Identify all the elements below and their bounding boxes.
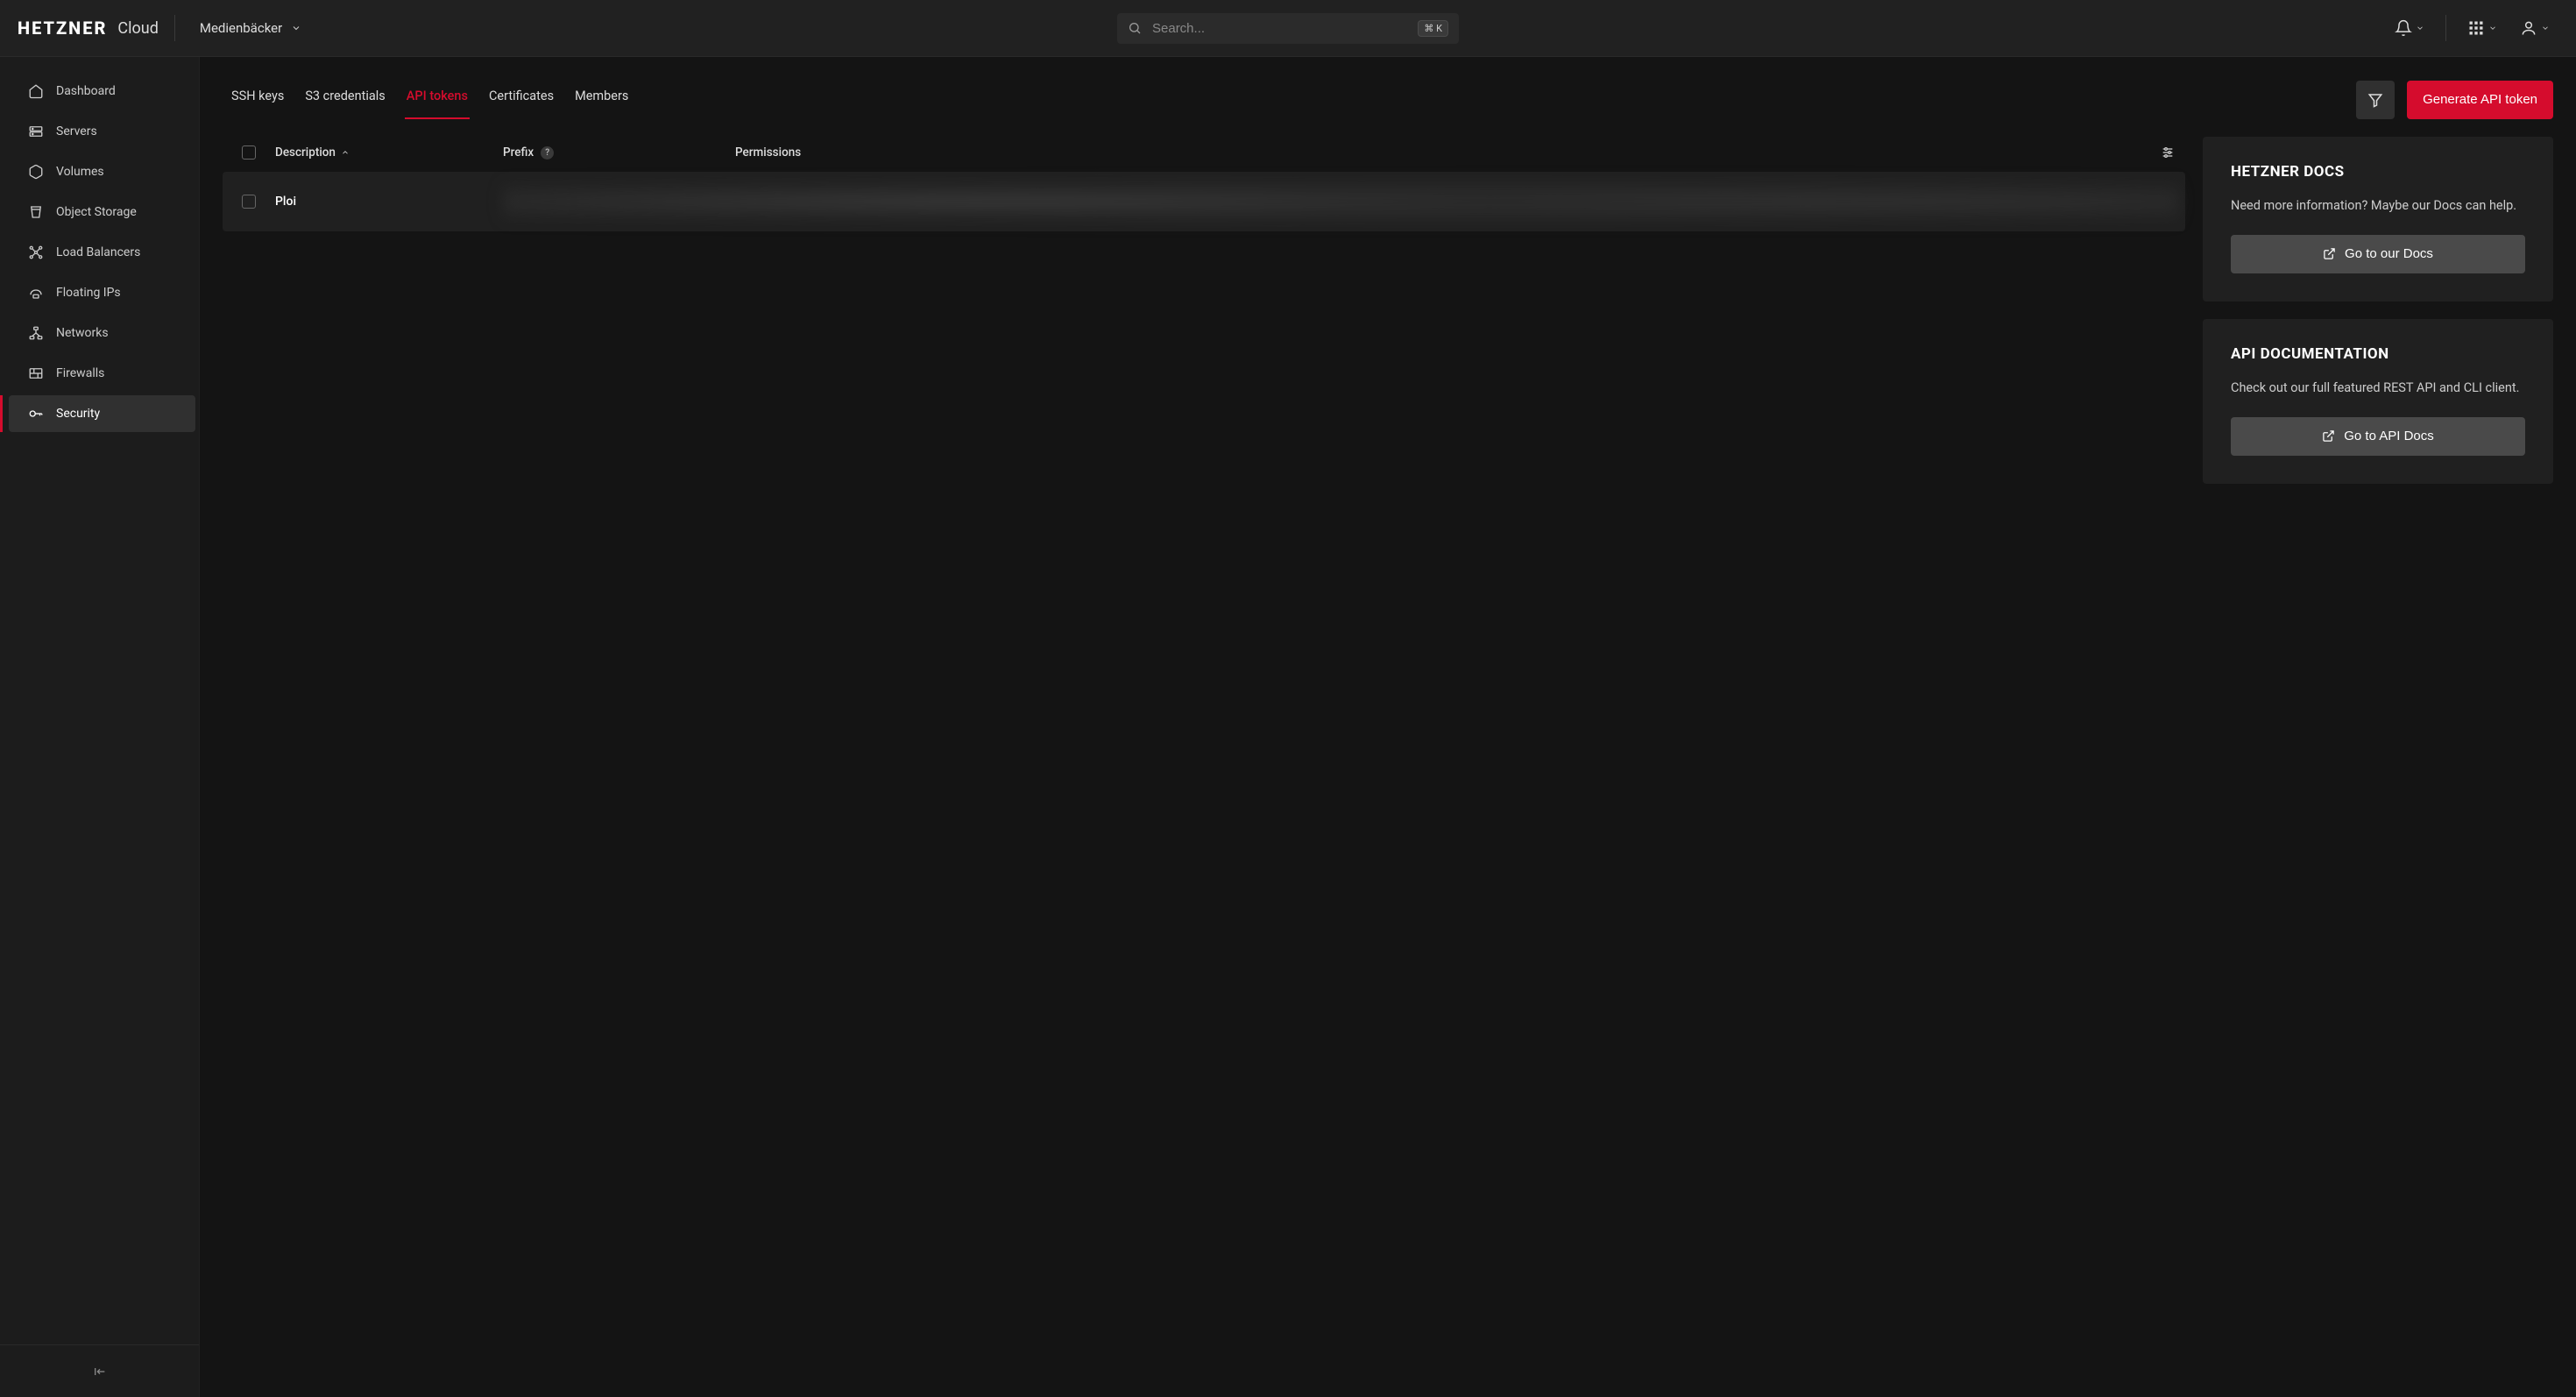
search-shortcut: ⌘ K [1418,20,1448,37]
external-link-icon [2322,429,2335,443]
tab-ssh-keys[interactable]: SSH keys [223,80,293,119]
bell-icon [2395,19,2412,37]
app-header: HETZNER Cloud Medienbäcker ⌘ K [0,0,2576,57]
apps-menu-button[interactable] [2459,12,2506,44]
token-prefix-redacted [503,180,2178,223]
brand-name: HETZNER [18,18,107,39]
security-tabs: SSH keys S3 credentials API tokens Certi… [200,57,2576,119]
api-card-title: API DOCUMENTATION [2231,345,2525,363]
column-header-prefix[interactable]: Prefix ? [503,145,735,160]
divider [174,15,175,41]
filter-button[interactable] [2356,81,2395,119]
floating-ip-icon [28,285,44,301]
tab-api-tokens[interactable]: API tokens [398,80,477,119]
tab-s3-credentials[interactable]: S3 credentials [296,80,393,119]
sidebar-item-label: Dashboard [56,84,116,98]
filter-icon [2367,92,2383,108]
docs-card-body: Need more information? Maybe our Docs ca… [2231,196,2525,216]
server-icon [28,124,44,139]
chevron-down-icon [2488,24,2497,32]
sidebar-item-label: Networks [56,326,109,340]
project-selector[interactable]: Medienbäcker [191,15,310,41]
bucket-icon [28,204,44,220]
generate-api-token-button[interactable]: Generate API token [2407,81,2553,119]
apps-grid-icon [2467,19,2485,37]
tab-members[interactable]: Members [566,80,637,119]
sidebar-item-volumes[interactable]: Volumes [9,153,195,190]
tab-certificates[interactable]: Certificates [480,80,563,119]
sidebar-item-label: Volumes [56,165,104,179]
row-checkbox[interactable] [242,195,256,209]
brand-logo[interactable]: HETZNER Cloud [18,18,159,39]
go-to-api-docs-button[interactable]: Go to API Docs [2231,417,2525,456]
sidebar-item-dashboard[interactable]: Dashboard [9,73,195,110]
sidebar-item-firewalls[interactable]: Firewalls [9,355,195,392]
column-header-description[interactable]: Description [275,145,503,160]
table-row[interactable]: Ploi [223,172,2185,231]
sidebar: Dashboard Servers Volumes Object Storage… [0,57,200,1397]
token-description: Ploi [275,195,296,209]
sidebar-item-networks[interactable]: Networks [9,315,195,351]
sidebar-item-label: Servers [56,124,97,138]
sort-ascending-icon [341,148,350,157]
api-card-body: Check out our full featured REST API and… [2231,379,2525,398]
go-to-docs-button[interactable]: Go to our Docs [2231,235,2525,273]
brand-product: Cloud [117,19,158,38]
chevron-down-icon [291,23,301,33]
sidebar-item-label: Firewalls [56,366,104,380]
sidebar-collapse-button[interactable] [0,1344,199,1397]
sidebar-item-label: Object Storage [56,205,137,219]
sidebar-item-security[interactable]: Security [9,395,195,432]
api-docs-card: API DOCUMENTATION Check out our full fea… [2203,319,2553,484]
main-content: SSH keys S3 credentials API tokens Certi… [200,57,2576,1397]
docs-card-title: HETZNER DOCS [2231,163,2525,181]
volume-icon [28,164,44,180]
divider [2445,15,2446,41]
sidebar-item-label: Security [56,407,100,421]
search-input[interactable] [1152,21,1407,36]
sidebar-item-load-balancers[interactable]: Load Balancers [9,234,195,271]
external-link-icon [2323,247,2336,260]
notifications-button[interactable] [2386,12,2433,44]
sidebar-item-label: Load Balancers [56,245,140,259]
load-balancer-icon [28,245,44,260]
collapse-icon [93,1365,107,1379]
key-icon [28,406,44,422]
api-tokens-table: Description Prefix ? Permissions [223,137,2185,231]
sidebar-item-label: Floating IPs [56,286,121,300]
network-icon [28,325,44,341]
user-icon [2520,19,2537,37]
sidebar-item-object-storage[interactable]: Object Storage [9,194,195,230]
sidebar-item-servers[interactable]: Servers [9,113,195,150]
chevron-down-icon [2541,24,2550,32]
global-search[interactable]: ⌘ K [1117,13,1459,44]
help-icon[interactable]: ? [541,146,554,160]
column-header-permissions[interactable]: Permissions [735,145,2150,160]
search-icon [1128,21,1142,35]
project-name: Medienbäcker [200,20,282,36]
sidebar-item-floating-ips[interactable]: Floating IPs [9,274,195,311]
firewall-icon [28,365,44,381]
column-settings-button[interactable] [2150,145,2185,160]
select-all-checkbox[interactable] [242,145,256,160]
user-menu-button[interactable] [2511,12,2558,44]
home-icon [28,83,44,99]
table-header-row: Description Prefix ? Permissions [223,137,2185,172]
chevron-down-icon [2416,24,2424,32]
docs-card: HETZNER DOCS Need more information? Mayb… [2203,137,2553,301]
